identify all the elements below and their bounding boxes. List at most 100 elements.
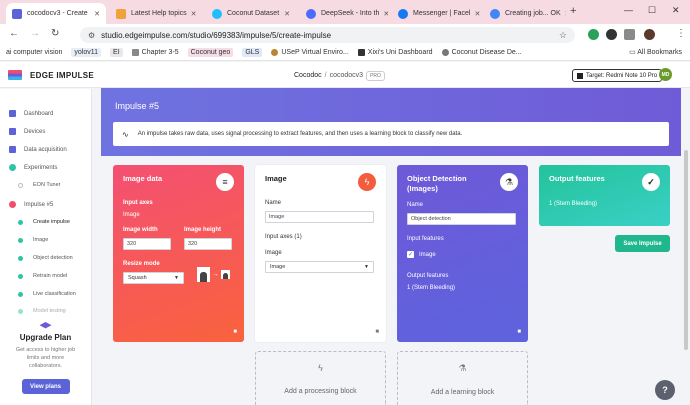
maximize-icon[interactable]: ☐ [648,5,656,16]
browser-tab[interactable]: Latest Help topics ✕ [110,3,202,24]
extension-icon[interactable] [606,29,617,40]
sidebar-item-image[interactable]: Image [18,237,48,243]
bookmark-item[interactable]: yolov11 [71,48,102,57]
profile-avatar-icon[interactable] [644,29,655,40]
bookmark-item[interactable]: USeP Virtual Enviro... [271,49,349,56]
close-tab-icon[interactable]: ✕ [561,10,566,18]
bookmark-star-icon[interactable]: ☆ [559,30,567,41]
bookmarks-bar: ai computer vision yolov11 EI Chapter 3-… [0,45,690,61]
breadcrumb-owner[interactable]: Cocodoc [294,72,322,79]
logo-text: EDGE IMPULSE [30,70,95,80]
bullet-icon [18,308,23,314]
checkmark-icon: ✓ [407,251,414,258]
sidebar-item-data-acquisition[interactable]: Data acquisition [9,146,67,153]
deepseek-favicon-icon [306,8,316,19]
chevron-down-icon: ▼ [174,275,179,281]
sidebar-item-dashboard[interactable]: Dashboard [9,110,53,117]
bookmark-item[interactable]: EI [110,48,123,57]
browser-tab-bar: cocodocv3 - Create ✕ Latest Help topics … [0,0,690,24]
bullet-icon [18,273,23,279]
output-features-block: Output features ✓ 1 (Stem Bleeding) [539,165,670,226]
tab-title: Coconut Dataset [227,10,280,17]
back-arrow-icon[interactable]: ← [9,28,19,39]
address-bar[interactable]: ⚙ studio.edgeimpulse.com/studio/699383/i… [80,27,575,43]
usep-favicon-icon [271,49,279,56]
bookmark-item[interactable]: Coconut geo [187,48,234,57]
add-processing-block-button[interactable]: ϟ Add a processing block [255,351,386,405]
site-info-icon[interactable]: ⚙ [88,31,95,40]
edge-impulse-logo-icon [8,70,22,80]
page-scrollbar[interactable] [684,150,688,350]
input-feature-checkbox[interactable]: ✓ Image [407,251,436,258]
globe-icon [441,49,449,56]
browser-tab[interactable]: Messenger | Facel ✕ [392,3,482,24]
trash-icon[interactable]: ■ [233,329,237,335]
all-bookmarks[interactable]: ▭ All Bookmarks [629,48,682,56]
reload-icon[interactable]: ↻ [51,28,59,39]
bookmark-item[interactable]: Xixi's Uni Dashboard [357,49,433,56]
sidebar-item-eon-tuner[interactable]: EON Tuner [18,182,61,188]
sidebar-item-experiments[interactable]: Experiments [9,164,57,171]
view-plans-button[interactable]: View plans [21,379,70,394]
sidebar-item-object-detection[interactable]: Object detection [18,255,73,261]
breadcrumb-project[interactable]: cocodocv3 [330,72,363,79]
new-tab-icon[interactable]: + [570,5,576,17]
sidebar-item-model-testing[interactable]: Model testing [18,308,66,314]
browser-tab[interactable]: DeepSeek - Into th ✕ [300,3,388,24]
sidebar-item-devices[interactable]: Devices [9,128,45,135]
edge-impulse-logo[interactable]: EDGE IMPULSE [8,70,94,80]
image-height-input[interactable]: 320 [184,238,232,250]
extension-icon[interactable] [588,29,599,40]
close-window-icon[interactable]: ✕ [672,5,680,16]
image-data-block: Image data ≡ Input axes Image Image widt… [113,165,244,342]
sidebar-item-retrain-model[interactable]: Retrain model [18,273,67,279]
forward-arrow-icon[interactable]: → [30,28,40,39]
help-button[interactable]: ? [655,380,675,400]
bookmark-label: ai computer vision [6,49,63,56]
axis-label: Image [265,250,282,256]
resize-mode-label: Resize mode [123,261,160,267]
save-impulse-button[interactable]: Save Impulse [615,235,670,252]
tab-title: Creating job... OK [505,10,561,17]
close-tab-icon[interactable]: ✕ [187,10,197,18]
browser-tab[interactable]: Creating job... OK ✕ [484,3,566,24]
sidebar-item-live-classification[interactable]: Live classification [18,291,76,297]
avatar[interactable]: MD [659,68,672,81]
input-axis-select[interactable]: Image ▼ [265,261,374,273]
waveform-icon: ∿ [122,129,129,139]
image-width-input[interactable]: 320 [123,238,171,250]
sidebar-item-label: Live classification [33,291,76,297]
sidebar-item-impulse[interactable]: Impulse #5 [9,201,53,208]
browser-menu-icon[interactable]: ⋮ [676,28,686,39]
trash-icon[interactable]: ■ [517,329,521,335]
close-tab-icon[interactable]: ✕ [280,10,290,18]
bookmark-item[interactable]: ai computer vision [6,49,62,56]
bullet-icon [18,182,23,188]
chip-icon [577,72,583,79]
sidebar-item-create-impulse[interactable]: Create impulse [18,219,70,225]
target-device-button[interactable]: Target: Redmi Note 10 Pro [572,69,663,82]
extensions-puzzle-icon[interactable] [624,29,635,40]
bookmark-item[interactable]: Chapter 3-5 [131,49,179,56]
resize-mode-select[interactable]: Squash ▼ [123,272,184,284]
bookmark-item[interactable]: Coconut Disease De... [441,49,522,56]
close-tab-icon[interactable]: ✕ [379,10,388,18]
learning-name-input[interactable]: Object detection [407,213,516,225]
sidebar-item-label: Create impulse [33,219,70,225]
experiments-icon [9,164,16,171]
bullet-icon [18,291,23,297]
input-axes-value: Image [123,212,140,218]
add-learning-block-button[interactable]: ⚗ Add a learning block [397,351,528,405]
processing-name-input[interactable]: Image [265,211,374,223]
trash-icon[interactable]: ■ [375,329,379,335]
close-tab-icon[interactable]: ✕ [470,10,480,18]
browser-tab[interactable]: cocodocv3 - Create ✕ [6,3,106,24]
chevron-down-icon: ▼ [364,264,369,270]
close-tab-icon[interactable]: ✕ [90,10,100,18]
block-title: Output features [549,174,605,183]
edge-impulse-favicon-icon [12,8,22,19]
tab-title: Latest Help topics [131,10,187,17]
bookmark-item[interactable]: GLS [242,48,263,57]
minimize-icon[interactable]: — [624,5,633,15]
browser-tab[interactable]: Coconut Dataset ✕ [206,3,296,24]
